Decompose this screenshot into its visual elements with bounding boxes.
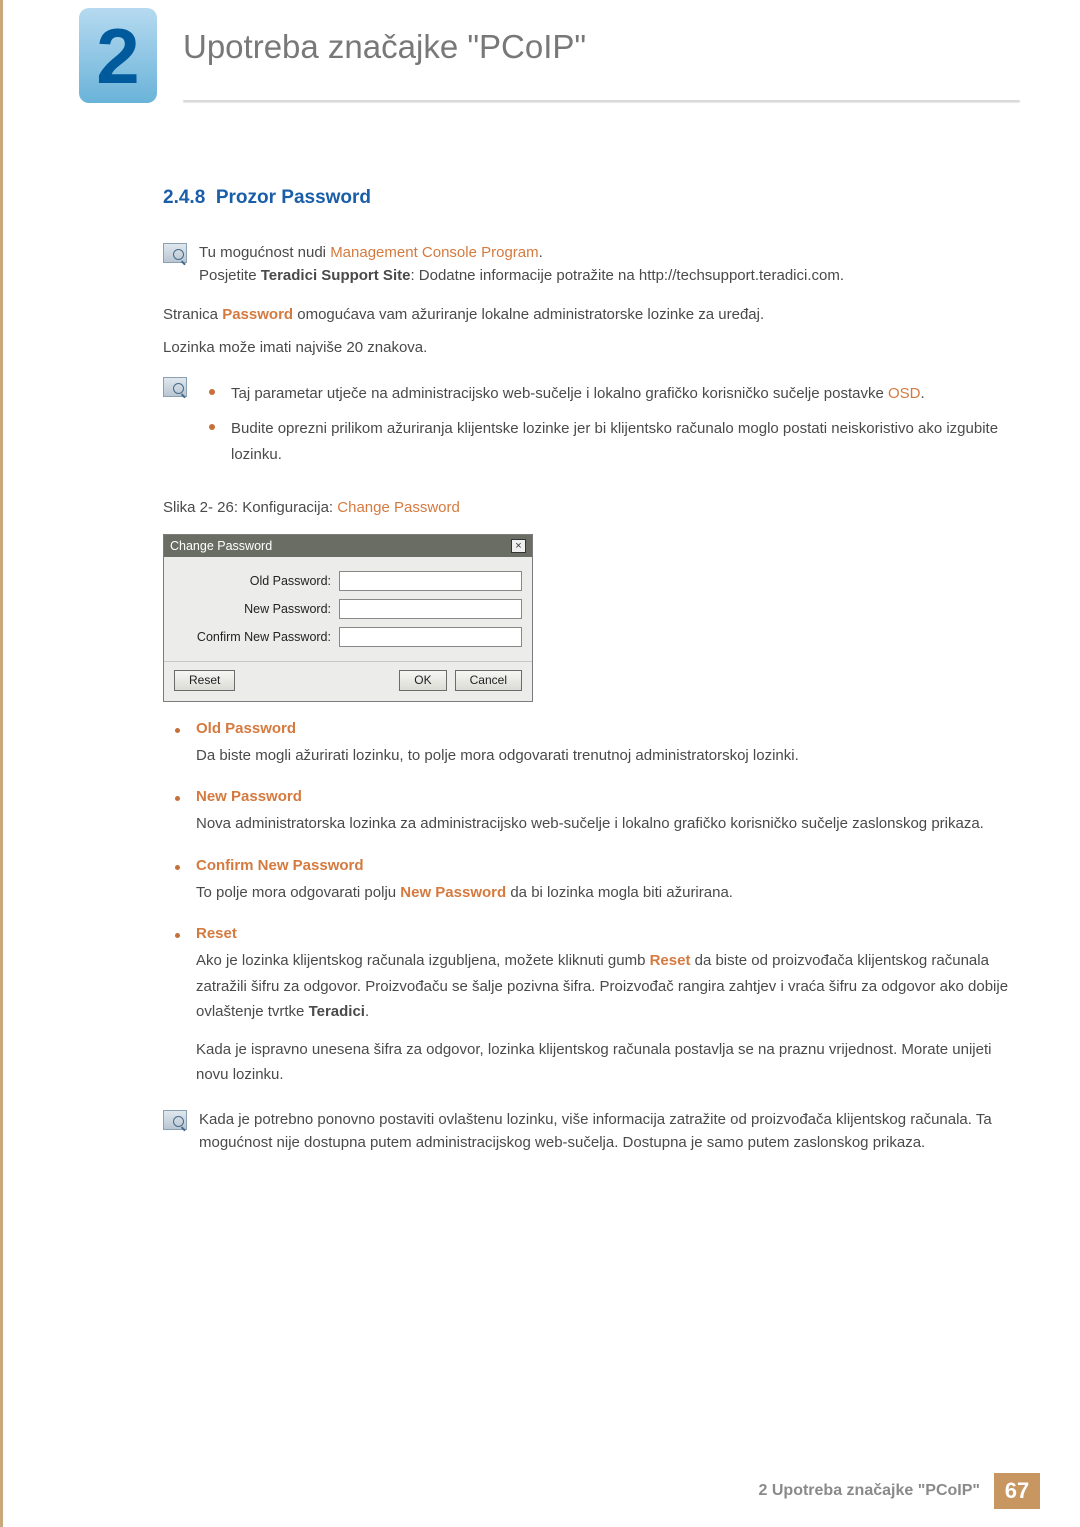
change-password-dialog: Change Password × Old Password: New Pass…	[163, 534, 533, 702]
confirm-password-input[interactable]	[339, 627, 522, 647]
cancel-button[interactable]: Cancel	[455, 670, 522, 691]
def-title: Old Password	[196, 720, 1012, 737]
figure-caption: Slika 2- 26: Konfiguracija: Change Passw…	[163, 497, 1012, 520]
management-console-link: Management Console Program	[330, 244, 538, 261]
chapter-title: Upotreba značajke "PCoIP"	[183, 28, 586, 66]
def-old-password: Old Password Da biste mogli ažurirati lo…	[175, 720, 1012, 781]
note-text: Kada je potrebno ponovno postaviti ovlaš…	[199, 1108, 1012, 1155]
new-password-row: New Password:	[174, 599, 522, 619]
old-password-input[interactable]	[339, 571, 522, 591]
dialog-titlebar: Change Password ×	[164, 535, 532, 557]
osd-keyword: OSD	[888, 385, 921, 402]
def-reset: Reset Ako je lozinka klijentskog računal…	[175, 925, 1012, 1100]
bullet-item: Budite oprezni prilikom ažuriranja klije…	[209, 416, 1012, 467]
info-note: Kada je potrebno ponovno postaviti ovlaš…	[163, 1108, 1012, 1155]
def-text: Ako je lozinka klijentskog računala izgu…	[196, 948, 1012, 1025]
confirm-password-label: Confirm New Password:	[174, 630, 339, 644]
section-number: 2.4.8	[163, 187, 205, 208]
def-new-password: New Password Nova administratorska lozin…	[175, 788, 1012, 849]
new-password-label: New Password:	[174, 602, 339, 616]
def-title: Reset	[196, 925, 1012, 942]
note-icon	[163, 1110, 187, 1130]
def-text: Da biste mogli ažurirati lozinku, to pol…	[196, 743, 1012, 769]
def-text: Nova administratorska lozinka za adminis…	[196, 811, 1012, 837]
confirm-password-row: Confirm New Password:	[174, 627, 522, 647]
body-text: Stranica Password omogućava vam ažuriran…	[163, 302, 1012, 328]
new-password-input[interactable]	[339, 599, 522, 619]
page-number: 67	[994, 1473, 1040, 1509]
bullet-icon	[175, 933, 180, 938]
reset-button[interactable]: Reset	[174, 670, 235, 691]
def-title: Confirm New Password	[196, 857, 1012, 874]
dialog-footer: Reset OK Cancel	[164, 661, 532, 701]
section-title: Prozor Password	[216, 187, 371, 208]
section-heading: 2.4.8 Prozor Password	[163, 187, 1012, 209]
note-text: Taj parametar utječe na administracijsko…	[199, 375, 1012, 478]
ok-button[interactable]: OK	[399, 670, 446, 691]
note-icon	[163, 377, 187, 397]
close-button[interactable]: ×	[511, 539, 526, 553]
old-password-row: Old Password:	[174, 571, 522, 591]
note-icon	[163, 243, 187, 263]
bullet-icon	[175, 865, 180, 870]
bullet-icon	[175, 796, 180, 801]
bullet-icon	[209, 389, 215, 395]
chapter-number-badge: 2	[79, 8, 157, 103]
note-text: Tu mogućnost nudi Management Console Pro…	[199, 241, 1012, 288]
bullet-item: Taj parametar utječe na administracijsko…	[209, 381, 1012, 407]
dialog-title: Change Password	[170, 539, 272, 553]
content-area: 2.4.8 Prozor Password Tu mogućnost nudi …	[163, 187, 1012, 1166]
def-text: To polje mora odgovarati polju New Passw…	[196, 880, 1012, 906]
teradici-support-bold: Teradici Support Site	[261, 267, 411, 284]
reset-keyword: Reset	[650, 952, 691, 969]
def-text: Kada je ispravno unesena šifra za odgovo…	[196, 1037, 1012, 1088]
def-confirm-password: Confirm New Password To polje mora odgov…	[175, 857, 1012, 918]
teradici-bold: Teradici	[309, 1003, 365, 1020]
def-title: New Password	[196, 788, 1012, 805]
info-note: Tu mogućnost nudi Management Console Pro…	[163, 241, 1012, 288]
password-keyword: Password	[222, 306, 293, 323]
bullet-icon	[209, 424, 215, 430]
info-note: Taj parametar utječe na administracijsko…	[163, 375, 1012, 478]
new-password-keyword: New Password	[400, 884, 506, 901]
change-password-keyword: Change Password	[337, 499, 460, 516]
body-text: Lozinka može imati najviše 20 znakova.	[163, 335, 1012, 361]
bullet-icon	[175, 728, 180, 733]
page-footer: 2 Upotreba značajke "PCoIP" 67	[759, 1473, 1040, 1509]
chapter-number: 2	[96, 17, 139, 95]
footer-text: 2 Upotreba značajke "PCoIP"	[759, 1482, 980, 1500]
definitions-list: Old Password Da biste mogli ažurirati lo…	[175, 720, 1012, 1100]
header-divider	[183, 100, 1020, 102]
old-password-label: Old Password:	[174, 574, 339, 588]
